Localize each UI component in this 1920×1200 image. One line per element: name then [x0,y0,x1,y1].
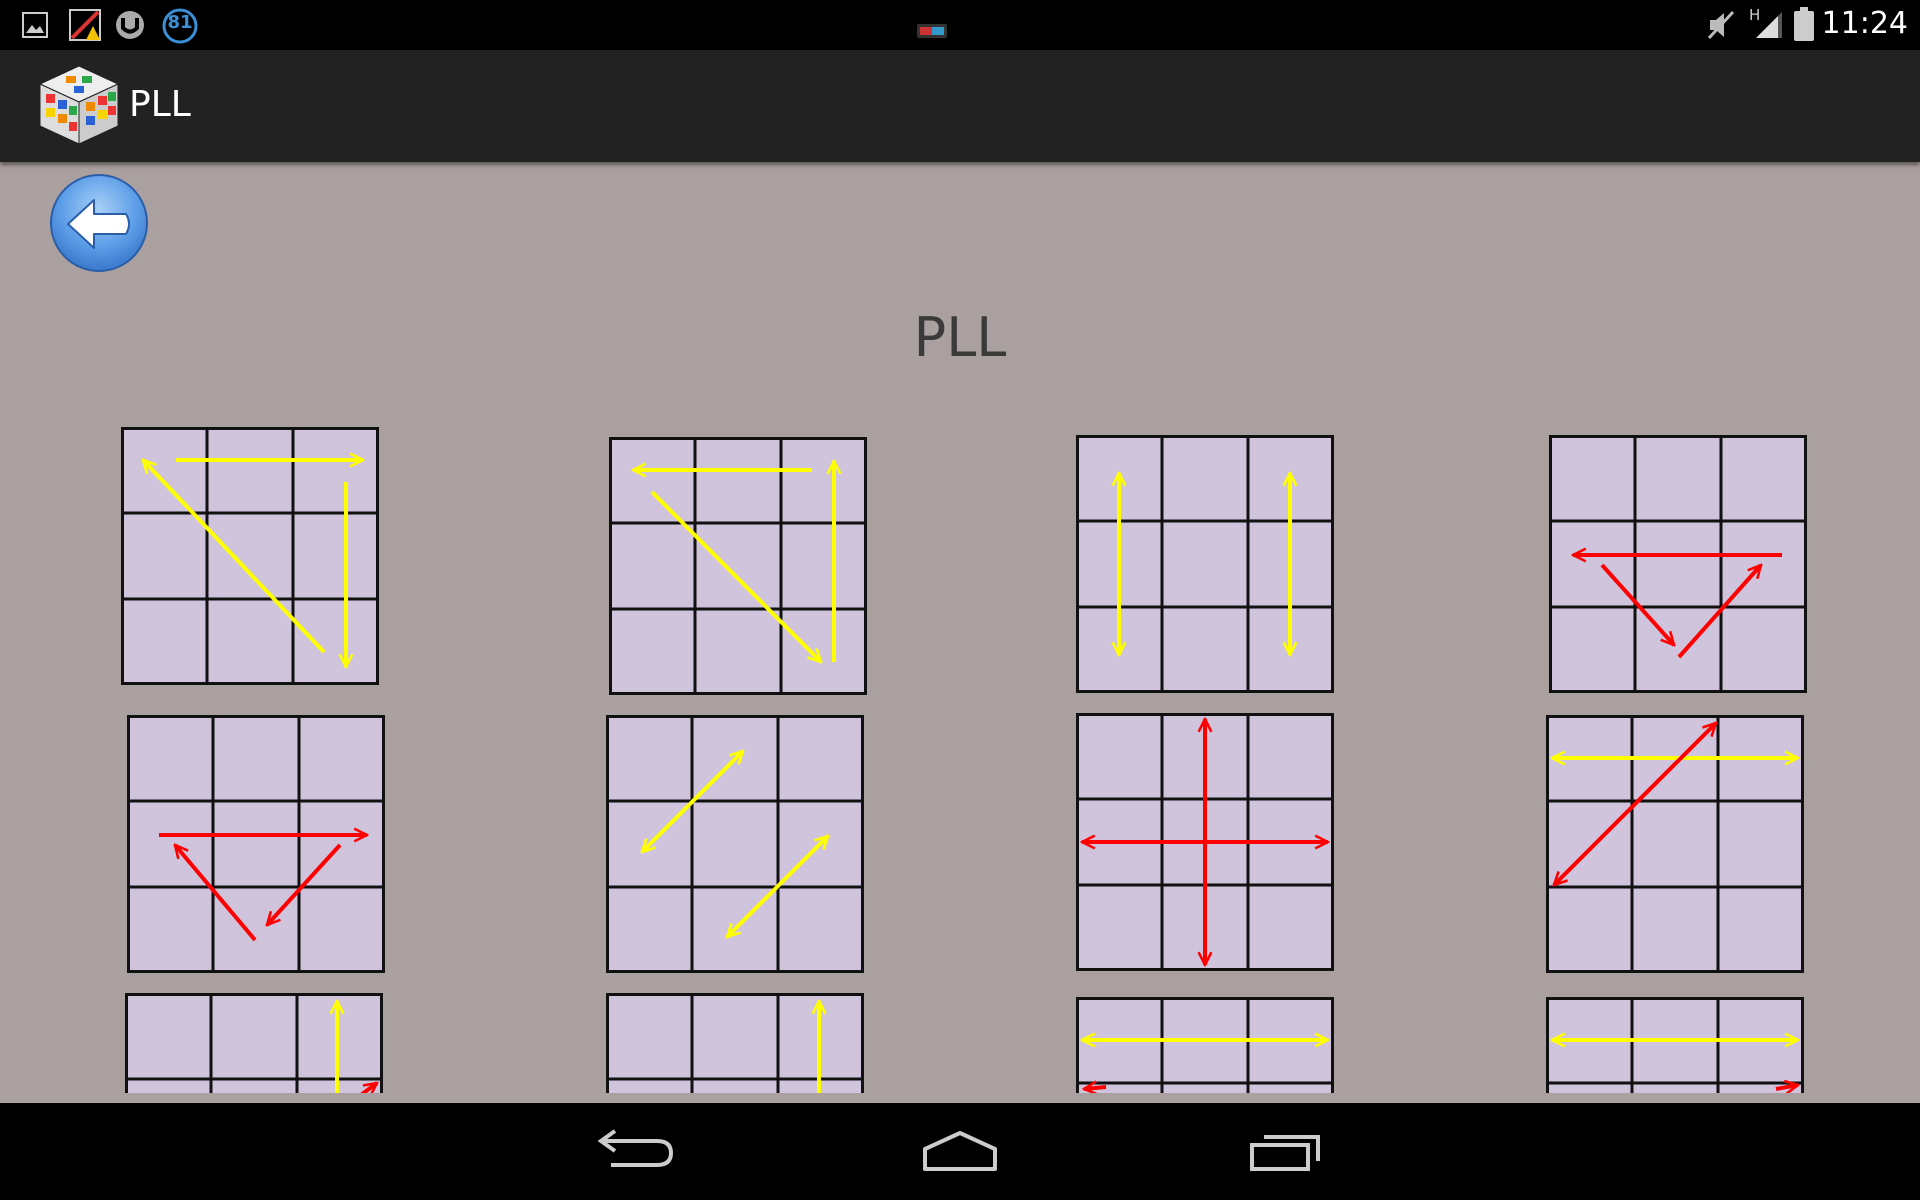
navigation-bar [0,1103,1920,1200]
pll-case-grid [0,400,1920,1093]
page-title: PLL [913,306,1007,369]
pll-case-tile[interactable] [1076,713,1334,971]
screenshot-indicator-icon [917,24,947,38]
pll-case-tile[interactable] [1546,997,1804,1093]
pll-case-tile[interactable] [1546,715,1804,973]
pll-case-tile[interactable] [1076,997,1334,1093]
pll-case-tile[interactable] [606,715,864,973]
pll-case-tile[interactable] [121,427,379,685]
status-bar: 81 H 11:24 [0,0,1920,50]
pll-case-tile[interactable] [609,437,867,695]
signal-icon [1756,12,1782,38]
gallery-icon [22,12,48,38]
home-nav-icon [923,1131,997,1171]
pll-case-tile[interactable] [127,715,385,973]
back-button[interactable] [48,172,150,274]
action-bar-title: PLL [129,84,191,125]
rubiks-cube-icon[interactable] [36,62,122,148]
pll-case-tile[interactable] [125,993,383,1093]
nav-recents-button[interactable] [1240,1121,1330,1181]
pll-case-tile[interactable] [1076,435,1334,693]
notification-badge-count: 81 [167,12,193,33]
recents-nav-icon [1250,1135,1320,1171]
warning-app-icon [69,9,101,41]
pll-case-tile[interactable] [606,993,864,1093]
clock: 11:24 [1821,6,1908,41]
back-arrow-icon [50,174,148,272]
nav-home-button[interactable] [915,1121,1005,1181]
back-nav-icon [597,1129,674,1167]
mute-icon [1707,10,1735,40]
pll-case-tile[interactable] [1549,435,1807,693]
torrent-icon [116,11,144,39]
nav-back-button[interactable] [591,1121,681,1181]
battery-icon [1794,7,1814,41]
action-bar: PLL [0,50,1920,162]
